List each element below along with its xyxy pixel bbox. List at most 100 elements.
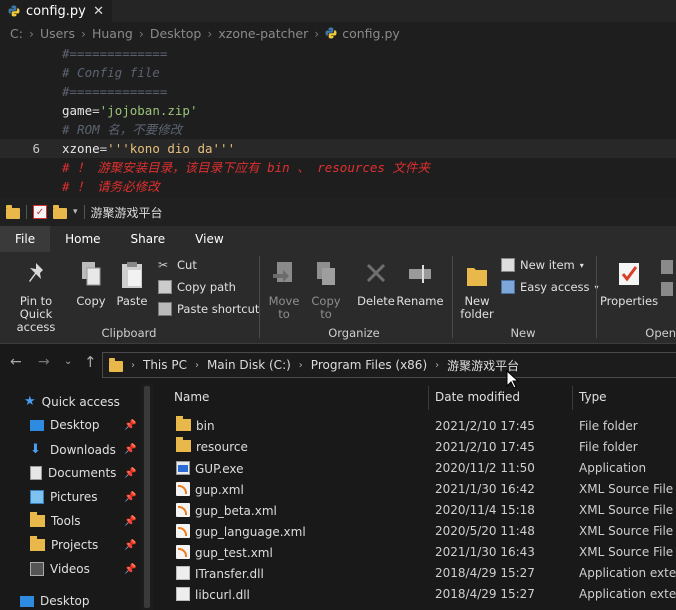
easy-access-label: Easy access <box>520 280 590 294</box>
address-segment[interactable]: This PC <box>143 358 187 372</box>
address-bar[interactable]: › This PC › Main Disk (C:) › Program Fil… <box>102 352 676 378</box>
edit-icon[interactable] <box>661 282 673 296</box>
nav-label: Desktop <box>40 594 90 608</box>
breadcrumb-item[interactable]: Huang <box>92 26 133 41</box>
code-string: '''kono dio da''' <box>107 141 236 156</box>
breadcrumb-item[interactable]: config.py <box>342 26 400 41</box>
new-folder-label: New folder <box>460 294 494 321</box>
column-header-date[interactable]: Date modified <box>435 390 520 404</box>
file-row[interactable]: resource 2021/2/10 17:45 File folder <box>160 437 676 458</box>
column-divider[interactable] <box>572 386 573 410</box>
nav-label: Tools <box>51 514 81 528</box>
delete-button[interactable]: Delete <box>356 260 396 308</box>
paste-shortcut-label: Paste shortcut <box>177 302 260 316</box>
tab-share[interactable]: Share <box>116 226 181 252</box>
column-header-type[interactable]: Type <box>579 390 607 404</box>
tab-home[interactable]: Home <box>50 226 115 252</box>
address-segment[interactable]: Program Files (x86) <box>311 358 427 372</box>
file-row[interactable]: ITransfer.dll 2018/4/29 15:27 Applicatio… <box>160 563 676 584</box>
back-arrow-icon[interactable]: ← <box>10 354 22 370</box>
editor-tab-bar: config.py ✕ <box>0 0 676 22</box>
navigation-scrollbar[interactable] <box>141 384 153 610</box>
move-to-button[interactable]: Move to <box>264 260 304 321</box>
tab-view[interactable]: View <box>180 226 238 252</box>
copy-path-button[interactable]: Copy path <box>158 280 236 294</box>
nav-item-desktop-root[interactable]: Desktop <box>20 594 90 608</box>
new-item-button[interactable]: New item ▾ <box>501 258 584 272</box>
file-row[interactable]: gup_language.xml 2020/5/20 11:48 XML Sou… <box>160 521 676 542</box>
file-name: ITransfer.dll <box>195 567 264 581</box>
file-name: gup_language.xml <box>195 525 306 539</box>
copy-button[interactable]: Copy <box>74 260 108 308</box>
organize-group: Move to Copy to Delete Rename Organize <box>260 252 448 344</box>
code-area[interactable]: #============= # Config file #==========… <box>0 44 676 196</box>
file-date: 2021/2/10 17:45 <box>435 440 535 454</box>
breadcrumb-item[interactable]: Users <box>40 26 75 41</box>
breadcrumb-item[interactable]: xzone-patcher <box>218 26 308 41</box>
properties-button[interactable]: Properties <box>600 260 658 308</box>
breadcrumb-item[interactable]: C: <box>10 26 23 41</box>
nav-item-documents[interactable]: Documents <box>30 466 116 480</box>
chevron-right-icon: › <box>80 25 86 41</box>
copy-to-label: Copy to <box>311 294 341 321</box>
pin-icon[interactable]: 📌 <box>124 420 136 431</box>
cut-button[interactable]: ✂ Cut <box>158 258 197 272</box>
code-comment: # Config file <box>62 65 160 80</box>
chevron-right-icon[interactable]: › <box>435 360 439 371</box>
xml-icon <box>176 524 190 538</box>
code-comment-warning: # ！ 游聚安装目录，该目录下应有 bin 、 resources 文件夹 <box>62 160 430 175</box>
file-row[interactable]: GUP.exe 2020/11/2 11:50 Application <box>160 458 676 479</box>
nav-item-tools[interactable]: Tools <box>30 512 81 528</box>
title-bar: ✓ ▾ 游聚游戏平台 <box>0 198 676 226</box>
file-row[interactable]: libcurl.dll 2018/4/29 15:27 Application … <box>160 584 676 605</box>
editor-tab-config-py[interactable]: config.py ✕ <box>0 0 112 22</box>
new-folder-button[interactable]: New folder <box>457 260 497 321</box>
nav-item-projects[interactable]: Projects <box>30 536 98 552</box>
organize-group-label: Organize <box>328 326 380 340</box>
file-date: 2020/11/4 15:18 <box>435 503 535 517</box>
file-row[interactable]: gup_test.xml 2021/1/30 16:43 XML Source … <box>160 542 676 563</box>
pin-icon[interactable]: 📌 <box>124 444 136 455</box>
chevron-right-icon[interactable]: › <box>131 360 135 371</box>
column-header-name[interactable]: Name <box>174 390 209 404</box>
code-comment: #============= <box>62 46 168 61</box>
new-folder-icon[interactable] <box>53 205 67 219</box>
easy-access-button[interactable]: Easy access ▾ <box>501 280 599 294</box>
quick-access-dropdown-icon[interactable]: ▾ <box>73 207 78 217</box>
nav-item-desktop[interactable]: Desktop <box>30 418 100 432</box>
tab-file[interactable]: File <box>0 226 51 252</box>
pin-icon[interactable]: 📌 <box>124 516 136 527</box>
address-segment[interactable]: Main Disk (C:) <box>207 358 291 372</box>
nav-item-downloads[interactable]: ⬇ Downloads <box>30 442 116 457</box>
pin-icon[interactable]: 📌 <box>124 468 136 479</box>
file-row[interactable]: gup.xml 2021/1/30 16:42 XML Source File <box>160 479 676 500</box>
code-operator: = <box>92 103 100 118</box>
chevron-right-icon[interactable]: › <box>195 360 199 371</box>
nav-quick-access[interactable]: ★ Quick access <box>24 394 120 409</box>
paste-shortcut-button[interactable]: Paste shortcut <box>158 302 259 316</box>
pin-icon[interactable]: 📌 <box>124 492 136 503</box>
open-icon[interactable] <box>661 260 673 274</box>
column-divider[interactable] <box>428 386 429 410</box>
pin-icon[interactable]: 📌 <box>124 564 136 575</box>
close-icon[interactable]: ✕ <box>93 4 104 19</box>
rename-label: Rename <box>396 294 444 308</box>
file-row[interactable]: gup_beta.xml 2020/11/4 15:18 XML Source … <box>160 500 676 521</box>
nav-item-videos[interactable]: Videos <box>30 562 90 576</box>
up-arrow-icon[interactable]: ↑ <box>84 353 97 371</box>
copy-to-button[interactable]: Copy to <box>308 260 344 321</box>
pin-icon[interactable]: 📌 <box>124 540 136 551</box>
file-row[interactable]: bin 2021/2/10 17:45 File folder <box>160 416 676 437</box>
nav-item-pictures[interactable]: Pictures <box>30 490 98 504</box>
forward-arrow-icon[interactable]: → <box>38 354 50 370</box>
recent-locations-chevron-icon[interactable]: ⌄ <box>64 356 72 367</box>
rename-button[interactable]: Rename <box>396 260 444 308</box>
chevron-right-icon[interactable]: › <box>299 360 303 371</box>
code-comment-warning: # ！ 请务必修改 <box>62 179 160 194</box>
paste-label: Paste <box>116 294 148 308</box>
pin-to-quick-access-button[interactable]: Pin to Quick access <box>2 260 70 334</box>
paste-button[interactable]: Paste <box>114 260 150 308</box>
breadcrumb-item[interactable]: Desktop <box>150 26 202 41</box>
scrollbar-thumb[interactable] <box>144 386 150 608</box>
properties-check-icon[interactable]: ✓ <box>33 205 47 219</box>
